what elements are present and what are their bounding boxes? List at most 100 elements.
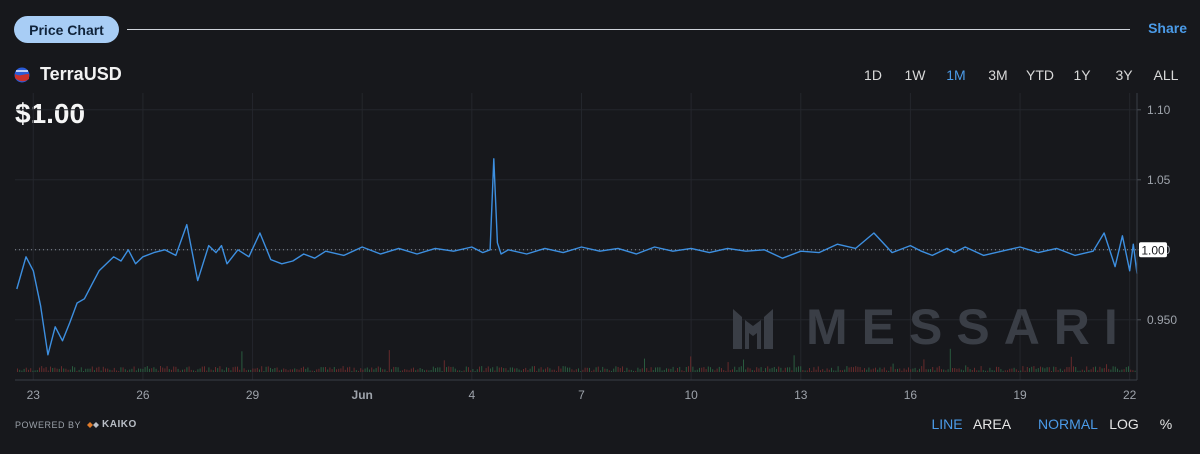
volume-bar (248, 369, 249, 372)
volume-bar (428, 370, 430, 372)
volume-bar (261, 366, 263, 372)
volume-bar (505, 368, 507, 372)
volume-bar (1042, 367, 1044, 372)
volume-bar (432, 366, 434, 372)
volume-bar (1057, 370, 1059, 372)
volume-bar (175, 366, 177, 372)
volume-bar (166, 366, 168, 372)
volume-bar (206, 370, 208, 372)
volume-bar (144, 367, 146, 372)
volume-bar (1108, 368, 1110, 372)
volume-bar (226, 367, 227, 372)
volume-bar (943, 369, 945, 372)
volume-bar (1110, 369, 1112, 372)
volume-bar (527, 370, 529, 372)
volume-bar (690, 356, 692, 372)
volume-bar (210, 369, 212, 372)
scale-log-button[interactable]: LOG (1109, 416, 1139, 432)
volume-bar (195, 370, 197, 372)
volume-bar (252, 368, 254, 372)
volume-bar (969, 369, 971, 372)
volume-bar (1130, 369, 1132, 372)
volume-bar (65, 368, 67, 372)
volume-bar (989, 367, 991, 372)
volume-bar (534, 366, 535, 372)
volume-bar (773, 367, 775, 372)
volume-bar (450, 367, 452, 372)
volume-bar (190, 369, 192, 372)
volume-bar (32, 370, 34, 372)
volume-bar (595, 367, 597, 372)
volume-bar (107, 368, 109, 372)
messari-watermark: MESSARI (806, 299, 1132, 355)
volume-bar (362, 369, 364, 372)
volume-bar (83, 371, 84, 372)
volume-bar (1090, 369, 1092, 372)
volume-bar (912, 368, 914, 372)
volume-bar (91, 366, 93, 372)
volume-bar (516, 368, 518, 372)
volume-bar (833, 370, 835, 372)
volume-bar (916, 370, 918, 372)
volume-bar (877, 369, 879, 372)
volume-bar (776, 368, 777, 372)
volume-bar (259, 369, 260, 372)
volume-bar (36, 370, 38, 372)
volume-bar (256, 367, 258, 372)
volume-bar (254, 368, 256, 372)
volume-bar (472, 369, 474, 372)
scale-percent-button[interactable]: % (1160, 416, 1172, 432)
volume-bar (76, 370, 78, 372)
volume-bar (413, 367, 414, 372)
volume-bar (391, 369, 392, 372)
volume-bar (637, 367, 639, 372)
volume-bar (646, 368, 648, 372)
volume-bar (716, 368, 718, 372)
volume-bar (718, 366, 720, 372)
volume-bar (875, 367, 876, 372)
volume-bar (230, 370, 232, 372)
volume-bar (1097, 370, 1099, 372)
volume-bar (1070, 356, 1072, 372)
volume-bar (278, 370, 280, 372)
volume-bar (283, 368, 285, 372)
volume-bar (1002, 370, 1004, 372)
volume-bar (1132, 370, 1134, 372)
chart-type-area-button[interactable]: AREA (973, 416, 1011, 432)
volume-bar (558, 366, 560, 372)
volume-bar (349, 366, 351, 372)
volume-bar (364, 368, 366, 372)
volume-bar (908, 367, 909, 372)
volume-bar (417, 369, 419, 372)
volume-bar (404, 369, 406, 372)
volume-bar (276, 367, 278, 372)
volume-bar (336, 369, 337, 372)
volume-bar (237, 366, 238, 372)
volume-bar (204, 366, 205, 372)
volume-bar (705, 369, 707, 372)
volume-bar (751, 370, 753, 372)
volume-bar (105, 368, 106, 372)
volume-bar (762, 371, 764, 372)
chart-type-line-button[interactable]: LINE (931, 416, 962, 432)
volume-bar (142, 368, 144, 372)
volume-bar (138, 368, 139, 372)
volume-bar (910, 369, 912, 372)
volume-bar (487, 366, 489, 372)
volume-bar (140, 368, 142, 372)
volume-bar (661, 370, 663, 372)
volume-bar (657, 367, 659, 372)
volume-bar (494, 370, 496, 372)
current-price-tag-label: 1.00 (1141, 243, 1165, 257)
volume-bar (569, 367, 571, 372)
volume-bar (1106, 364, 1107, 372)
volume-bar (164, 368, 166, 372)
price-chart[interactable]: MESSARI 1.10 1.05 1.00 0.950 23 26 29 Jun 4 7 10 1… (0, 0, 1200, 454)
volume-bar (182, 369, 183, 372)
volume-bar (857, 366, 859, 372)
volume-bar (426, 369, 428, 372)
volume-bar (663, 369, 665, 372)
volume-bar (1079, 370, 1081, 372)
scale-normal-button[interactable]: NORMAL (1038, 416, 1098, 432)
volume-bar (740, 366, 742, 372)
